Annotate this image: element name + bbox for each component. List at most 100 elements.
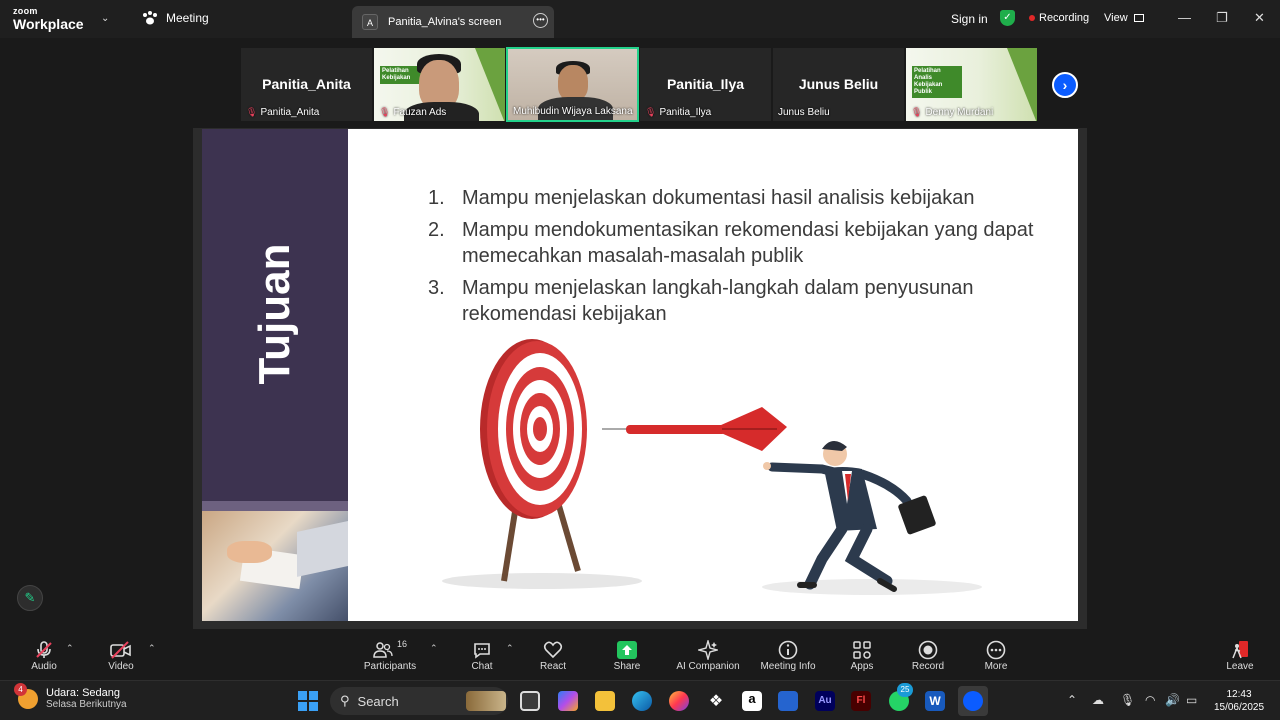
search-icon: ⚲ [340, 693, 350, 708]
leave-button[interactable]: Leave [1222, 639, 1258, 672]
meeting-tab-label: Meeting [166, 11, 209, 25]
meeting-info-button[interactable]: Meeting Info [756, 639, 820, 672]
ai-companion-label: AI Companion [676, 661, 740, 672]
audition-icon[interactable]: Au [815, 691, 835, 711]
participant-tile[interactable]: Panitia_Ilya 🎙 Panitia_Ilya [639, 47, 772, 122]
more-button[interactable]: More [976, 639, 1016, 672]
annotate-pencil-icon[interactable]: ✎ [17, 585, 43, 611]
copilot-icon[interactable] [558, 691, 578, 711]
target-board [480, 339, 587, 519]
meeting-toolbar: Audio ⌃ Video ⌃ 16 Participants ⌃ Chat ⌃… [0, 631, 1280, 680]
participant-label: Panitia_Anita [260, 107, 320, 118]
audio-button[interactable]: Audio [24, 639, 64, 672]
participants-options-chevron-icon[interactable]: ⌃ [430, 643, 438, 654]
video-options-chevron-icon[interactable]: ⌃ [148, 643, 156, 654]
share-button[interactable]: Share [607, 639, 647, 672]
background-logo-text: Pelatihan Analis Kebijakan Publik [912, 66, 962, 98]
whatsapp-badge: 25 [897, 683, 913, 697]
minimize-icon[interactable]: — [1178, 10, 1191, 25]
participant-tile-active-speaker[interactable]: Muhibudin Wijaya Laksana [506, 47, 639, 122]
word-icon[interactable]: W [925, 691, 945, 711]
weather-widget[interactable]: 4 Udara: Sedang Selasa Berikutnya [14, 683, 127, 710]
share-label: Share [613, 661, 641, 672]
participant-tile[interactable]: Pelatihan Analis Kebijakan Publik 🎙 Denny… [905, 47, 1038, 122]
close-icon[interactable]: ✕ [1254, 10, 1265, 26]
microphone-icon[interactable]: 🎙 [1120, 693, 1135, 707]
leave-label: Leave [1226, 661, 1254, 672]
share-tab-label: Panitia_Alvina's screen [388, 16, 502, 28]
apps-icon [853, 641, 871, 659]
tab-meeting[interactable]: Meeting [142, 11, 209, 25]
next-page-arrow-icon[interactable]: › [1052, 72, 1078, 98]
participant-name-large: Panitia_Anita [262, 76, 351, 92]
recording-indicator[interactable]: Recording [1029, 12, 1089, 24]
more-options-icon[interactable]: ••• [533, 13, 548, 28]
dropbox-icon[interactable]: ❖ [706, 691, 726, 711]
participants-icon [373, 642, 393, 658]
security-shield-icon[interactable]: ✓ [1000, 10, 1015, 26]
zoom-taskbar-button[interactable] [958, 686, 988, 716]
search-highlight-icon [466, 691, 506, 711]
battery-icon[interactable]: ▭ [1186, 693, 1197, 707]
wifi-icon[interactable]: ◠ [1145, 693, 1155, 707]
clock-time: 12:43 [1226, 689, 1252, 700]
sparkle-icon [698, 640, 718, 660]
brand-top: zoom [13, 6, 38, 16]
chat-icon [474, 643, 490, 659]
restore-icon[interactable]: ❐ [1216, 10, 1228, 26]
muted-mic-icon: 🎙 [645, 107, 657, 117]
shared-slide: Tujuan 1. Mampu menjelaskan dokumentasi … [202, 129, 1078, 621]
participant-label: Denny Murdani [925, 107, 994, 118]
sign-in-link[interactable]: Sign in [951, 12, 988, 26]
file-explorer-icon[interactable] [595, 691, 615, 711]
weather-line2: Selasa Berikutnya [46, 699, 127, 710]
ai-companion-button[interactable]: AI Companion [672, 639, 744, 672]
participant-name-large: Junus Beliu [798, 76, 879, 92]
grid-view-icon [1133, 14, 1144, 22]
task-view-icon[interactable] [520, 691, 540, 711]
chat-options-chevron-icon[interactable]: ⌃ [506, 643, 514, 654]
meeting-info-label: Meeting Info [760, 661, 816, 672]
system-clock[interactable]: 12:43 15/06/2025 [1206, 688, 1272, 714]
participants-count: 16 [396, 639, 407, 649]
flash-icon[interactable]: Fl [851, 691, 871, 711]
firefox-icon[interactable] [669, 691, 689, 711]
os-taskbar: 4 Udara: Sedang Selasa Berikutnya ⚲ Sear… [0, 680, 1280, 720]
participant-tile[interactable]: Junus Beliu Junus Beliu [772, 47, 905, 122]
onedrive-icon[interactable]: ☁ [1092, 693, 1104, 707]
video-strip: Panitia_Anita 🎙 Panitia_Anita Pelatihan K… [240, 47, 1038, 122]
brand-bottom: Workplace [13, 16, 84, 32]
zoom-logo[interactable]: zoom Workplace [13, 6, 84, 32]
participant-tile[interactable]: Pelatihan Kebijakan 🎙 Fauzan Ads [373, 47, 506, 122]
muted-mic-icon: 🎙 [911, 107, 923, 117]
participants-button[interactable]: 16 Participants [360, 639, 420, 672]
store-icon[interactable] [778, 691, 798, 711]
chevron-down-icon[interactable]: ⌄ [101, 13, 109, 24]
sharer-avatar: A [362, 14, 378, 30]
share-screen-icon [617, 641, 637, 659]
apps-button[interactable]: Apps [842, 639, 882, 672]
participant-label: Panitia_Ilya [659, 107, 712, 118]
chat-button[interactable]: Chat [462, 639, 502, 672]
edge-icon[interactable] [632, 691, 652, 711]
chat-label: Chat [471, 661, 493, 672]
audio-options-chevron-icon[interactable]: ⌃ [66, 643, 74, 654]
participant-label: Muhibudin Wijaya Laksana [513, 106, 633, 117]
participant-tile[interactable]: Panitia_Anita 🎙 Panitia_Anita [240, 47, 373, 122]
view-button[interactable]: View [1104, 12, 1144, 24]
heart-icon [543, 641, 563, 659]
video-button[interactable]: Video [101, 639, 141, 672]
video-label: Video [108, 661, 134, 672]
recording-label: Recording [1039, 12, 1090, 24]
show-hidden-icons-chevron-icon[interactable]: ⌃ [1067, 693, 1077, 707]
audio-label: Audio [31, 661, 57, 672]
tab-screen-share[interactable]: A Panitia_Alvina's screen ••• [352, 6, 554, 38]
clock-date: 15/06/2025 [1213, 702, 1265, 713]
react-button[interactable]: React [533, 639, 573, 672]
volume-icon[interactable]: 🔊 [1165, 693, 1180, 707]
amazon-icon[interactable]: a [742, 691, 762, 711]
participant-face [558, 65, 588, 101]
whatsapp-icon[interactable]: 25 [889, 683, 913, 711]
windows-start-icon[interactable] [298, 691, 318, 711]
record-button[interactable]: Record [908, 639, 948, 672]
